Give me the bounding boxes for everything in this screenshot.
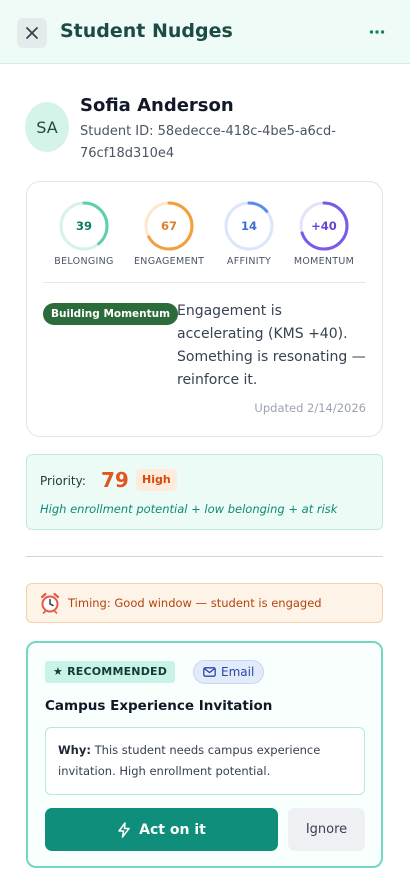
belonging-gauge: 39 BELONGING (49, 200, 119, 267)
act-on-it-button[interactable]: Act on it (45, 808, 278, 851)
why-box: Why: This student needs campus experienc… (45, 727, 365, 795)
timing-banner: Timing: Good window — student is engaged (26, 583, 383, 623)
close-button[interactable] (17, 18, 47, 48)
why-text: This student needs campus experience inv… (58, 743, 321, 778)
metric-value: +40 (311, 219, 337, 233)
priority-card: Priority: 79 High High enrollment potent… (26, 454, 383, 530)
recommendation-title: Campus Experience Invitation (45, 698, 273, 714)
alarm-clock-icon (40, 592, 60, 614)
metric-value: 39 (76, 219, 92, 233)
affinity-ring: 14 (224, 201, 274, 251)
priority-label: Priority: (40, 474, 86, 488)
updated-timestamp: Updated 2/14/2026 (254, 401, 366, 415)
engagement-label: ENGAGEMENT (134, 256, 205, 267)
priority-level-badge: High (136, 469, 177, 491)
recommendation-card: ★ RECOMMENDED Email Campus Experience In… (26, 641, 383, 868)
belonging-label: BELONGING (54, 256, 114, 267)
metric-value: 14 (241, 219, 257, 233)
lightning-icon (118, 821, 130, 838)
act-on-it-label: Act on it (139, 821, 206, 838)
priority-reason: High enrollment potential + low belongin… (40, 502, 338, 516)
state-description: Engagement is accelerating (KMS +40). So… (177, 303, 366, 388)
metric-value: 67 (161, 219, 177, 233)
avatar: SA (25, 102, 69, 152)
belonging-ring: 39 (59, 201, 109, 251)
timing-text: Timing: Good window — student is engaged (68, 596, 322, 610)
momentum-ring: +40 (299, 201, 349, 251)
mail-icon (203, 667, 216, 677)
ignore-button[interactable]: Ignore (288, 808, 365, 851)
momentum-label: MOMENTUM (293, 256, 355, 267)
divider (43, 282, 366, 283)
engagement-gauge: 67 ENGAGEMENT (134, 200, 204, 267)
priority-score: 79 (101, 468, 129, 492)
recommended-badge: ★ RECOMMENDED (45, 661, 176, 683)
engagement-ring: 67 (144, 201, 194, 251)
channel-badge: Email (193, 660, 265, 684)
state-badge: Building Momentum (43, 303, 179, 325)
momentum-gauge: +40 MOMENTUM (289, 200, 359, 267)
student-id: Student ID: 58edecce-418c-4be5-a6cd-76cf… (80, 124, 336, 161)
why-label: Why: (58, 743, 91, 757)
close-icon (26, 27, 38, 39)
metrics-card: 39 BELONGING 67 ENGAGEMENT 14 AFFINITY +… (26, 181, 383, 437)
student-name: Sofia Anderson (80, 95, 234, 116)
page-title: Student Nudges (60, 20, 233, 42)
section-divider (26, 556, 383, 557)
affinity-label: AFFINITY (226, 256, 272, 267)
affinity-gauge: 14 AFFINITY (214, 200, 284, 267)
channel-label: Email (221, 665, 255, 679)
header: Student Nudges (0, 0, 410, 64)
more-horizontal-icon (369, 30, 385, 34)
more-options-button[interactable] (362, 18, 392, 46)
